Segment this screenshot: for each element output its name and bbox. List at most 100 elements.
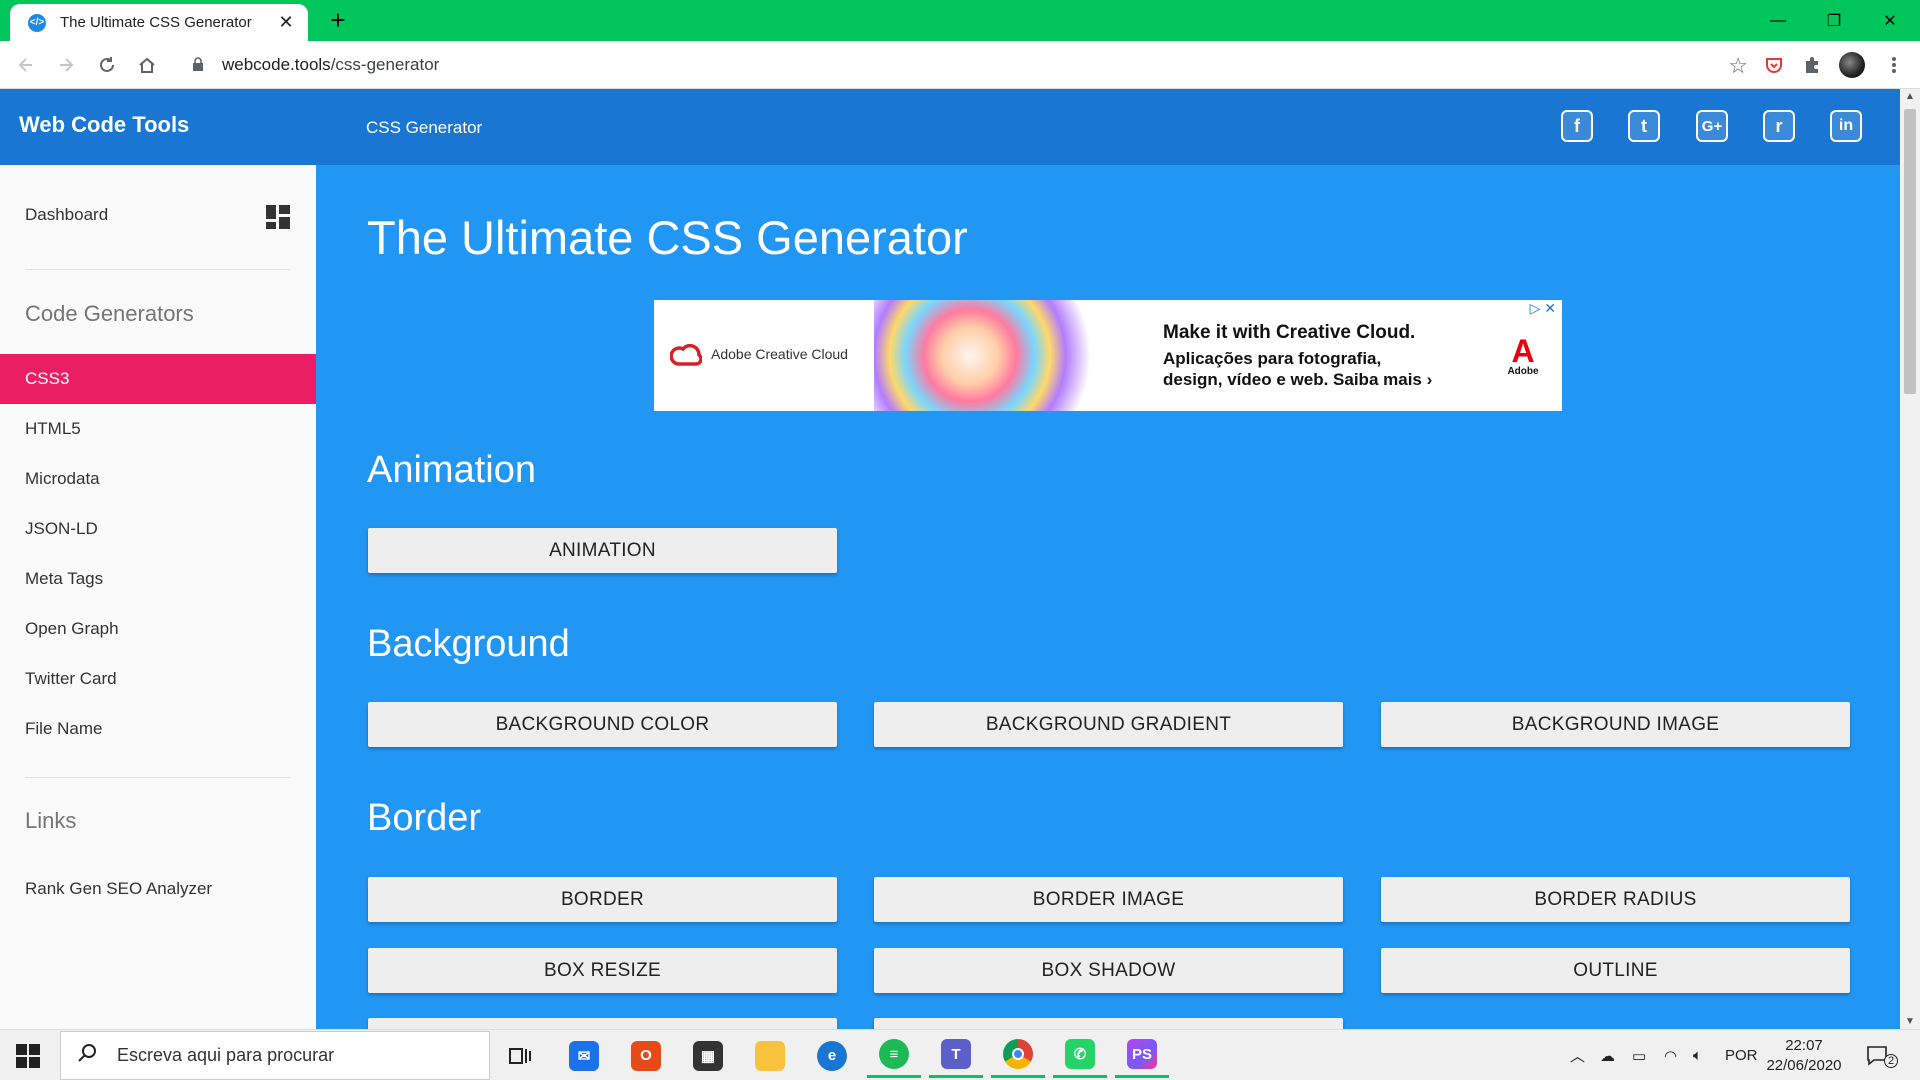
- sidebar-divider: [25, 269, 290, 270]
- window-restore-button[interactable]: ❐: [1806, 0, 1862, 41]
- outline-button[interactable]: OUTLINE: [1381, 948, 1850, 993]
- ad-brand: Adobe Creative Cloud: [711, 346, 848, 362]
- background-image-button[interactable]: BACKGROUND IMAGE: [1381, 702, 1850, 747]
- bookmark-star-icon[interactable]: ☆: [1728, 53, 1748, 79]
- sidebar-item-file-name[interactable]: File Name: [0, 704, 316, 754]
- page-scrollbar[interactable]: ▲ ▼: [1900, 89, 1920, 1029]
- sidebar: Dashboard Code Generators CSS3 HTML5 Mic…: [0, 165, 316, 1029]
- browser-toolbar: webcode.tools/css-generator ☆: [0, 41, 1920, 89]
- lock-icon: [192, 56, 208, 74]
- background-color-button[interactable]: BACKGROUND COLOR: [368, 702, 837, 747]
- partially-visible-button[interactable]: [368, 1018, 837, 1029]
- ad-banner[interactable]: Adobe Creative Cloud Make it with Creati…: [654, 300, 1562, 411]
- new-tab-button[interactable]: +: [324, 6, 352, 34]
- google-plus-icon[interactable]: G+: [1696, 110, 1728, 142]
- facebook-icon[interactable]: f: [1561, 110, 1593, 142]
- background-gradient-button[interactable]: BACKGROUND GRADIENT: [874, 702, 1343, 747]
- browser-menu-icon[interactable]: [1878, 49, 1910, 81]
- forward-arrow-icon[interactable]: [50, 49, 82, 81]
- windows-start-icon[interactable]: [16, 1044, 40, 1068]
- box-resize-button[interactable]: BOX RESIZE: [368, 948, 837, 993]
- chrome-app-icon[interactable]: [991, 1033, 1045, 1078]
- notification-center-icon[interactable]: 2: [1866, 1030, 1898, 1080]
- phpstorm-app-icon[interactable]: PS: [1115, 1033, 1169, 1078]
- store-app-icon[interactable]: ▦: [681, 1033, 735, 1078]
- twitter-icon[interactable]: t: [1628, 110, 1660, 142]
- battery-icon[interactable]: ▭: [1632, 1030, 1646, 1080]
- sidebar-item-microdata[interactable]: Microdata: [0, 454, 316, 504]
- box-shadow-button[interactable]: BOX SHADOW: [874, 948, 1343, 993]
- site-header: Web Code Tools CSS Generator f t G+ r in: [0, 89, 1900, 165]
- tray-chevron-icon[interactable]: ︿: [1570, 1030, 1585, 1080]
- adobe-logo-icon: A Adobe: [1507, 333, 1539, 377]
- clock-time: 22:07: [1785, 1037, 1823, 1054]
- site-brand[interactable]: Web Code Tools: [19, 112, 189, 138]
- notification-count-badge: 2: [1884, 1054, 1898, 1068]
- language-indicator[interactable]: POR: [1725, 1030, 1758, 1080]
- edge-browser-icon[interactable]: e: [805, 1033, 859, 1078]
- task-view-icon[interactable]: [493, 1033, 547, 1078]
- section-heading-links: Links: [25, 808, 77, 833]
- home-icon[interactable]: [131, 49, 163, 81]
- teams-app-icon[interactable]: T: [929, 1033, 983, 1078]
- border-image-button[interactable]: BORDER IMAGE: [874, 877, 1343, 922]
- window-close-button[interactable]: ✕: [1862, 0, 1918, 41]
- file-explorer-icon[interactable]: [743, 1033, 797, 1078]
- search-icon: [77, 1043, 101, 1069]
- section-heading-animation: Animation: [367, 449, 536, 491]
- sidebar-item-json-ld[interactable]: JSON-LD: [0, 504, 316, 554]
- creative-cloud-logo-icon: [669, 343, 703, 368]
- taskbar-search-input[interactable]: Escreva aqui para procurar: [60, 1031, 490, 1080]
- ad-choices-icon[interactable]: ▷ ✕: [1530, 300, 1556, 317]
- system-clock[interactable]: 22:07 22/06/2020: [1762, 1036, 1846, 1076]
- scroll-up-arrow-icon[interactable]: ▲: [1900, 91, 1920, 102]
- sidebar-item-open-graph[interactable]: Open Graph: [0, 604, 316, 654]
- volume-icon[interactable]: 🔈︎: [1693, 1030, 1702, 1080]
- address-bar[interactable]: webcode.tools/css-generator ☆: [178, 47, 1764, 83]
- reload-icon[interactable]: [91, 49, 123, 81]
- section-heading-background: Background: [367, 623, 570, 665]
- scroll-down-arrow-icon[interactable]: ▼: [1900, 1016, 1920, 1027]
- sidebar-item-css3[interactable]: CSS3: [0, 354, 316, 404]
- url-text: webcode.tools/css-generator: [222, 55, 440, 74]
- ad-body: Aplicações para fotografia, design, víde…: [1163, 349, 1433, 389]
- animation-button[interactable]: ANIMATION: [368, 528, 837, 573]
- office-app-icon[interactable]: O: [619, 1033, 673, 1078]
- whatsapp-app-icon[interactable]: ✆: [1053, 1033, 1107, 1078]
- section-heading-border: Border: [367, 797, 482, 839]
- spotify-app-icon[interactable]: ≡: [867, 1033, 921, 1078]
- pocket-extension-icon[interactable]: [1758, 49, 1790, 81]
- sidebar-link-rank-gen[interactable]: Rank Gen SEO Analyzer: [0, 864, 316, 914]
- site-favicon-icon: </>: [28, 13, 46, 32]
- sidebar-item-twitter-card[interactable]: Twitter Card: [0, 654, 316, 704]
- partially-visible-button[interactable]: [874, 1018, 1343, 1029]
- main-content: The Ultimate CSS Generator Adobe Creativ…: [316, 165, 1900, 1029]
- wifi-icon[interactable]: ◠: [1664, 1030, 1677, 1080]
- sidebar-item-html5[interactable]: HTML5: [0, 404, 316, 454]
- border-radius-button[interactable]: BORDER RADIUS: [1381, 877, 1850, 922]
- breadcrumb[interactable]: CSS Generator: [366, 118, 482, 138]
- dashboard-icon[interactable]: [266, 205, 290, 229]
- browser-tab-strip: </> The Ultimate CSS Generator ✕ + — ❐ ✕: [0, 0, 1920, 41]
- scrollbar-thumb[interactable]: [1904, 109, 1916, 394]
- section-heading-code-generators: Code Generators: [25, 301, 194, 326]
- tab-title: The Ultimate CSS Generator: [60, 14, 252, 31]
- window-minimize-button[interactable]: —: [1750, 0, 1806, 41]
- ad-headline: Make it with Creative Cloud.: [1163, 322, 1416, 343]
- mail-app-icon[interactable]: ✉: [557, 1033, 611, 1078]
- sidebar-item-meta-tags[interactable]: Meta Tags: [0, 554, 316, 604]
- ad-artwork-image: [874, 300, 1114, 411]
- browser-tab[interactable]: </> The Ultimate CSS Generator ✕: [10, 4, 308, 41]
- linkedin-icon[interactable]: in: [1830, 110, 1862, 142]
- reddit-icon[interactable]: r: [1763, 110, 1795, 142]
- tab-close-icon[interactable]: ✕: [276, 12, 296, 33]
- profile-avatar[interactable]: [1836, 49, 1868, 81]
- extensions-puzzle-icon[interactable]: [1796, 49, 1828, 81]
- page-title: The Ultimate CSS Generator: [367, 211, 968, 264]
- windows-taskbar: Escreva aqui para procurar ✉ O ▦ e ≡ T ✆…: [0, 1029, 1920, 1080]
- back-arrow-icon[interactable]: [10, 49, 42, 81]
- sidebar-item-dashboard[interactable]: Dashboard: [25, 205, 108, 225]
- sidebar-divider: [25, 777, 290, 778]
- onedrive-cloud-icon[interactable]: ☁: [1600, 1030, 1615, 1080]
- border-button[interactable]: BORDER: [368, 877, 837, 922]
